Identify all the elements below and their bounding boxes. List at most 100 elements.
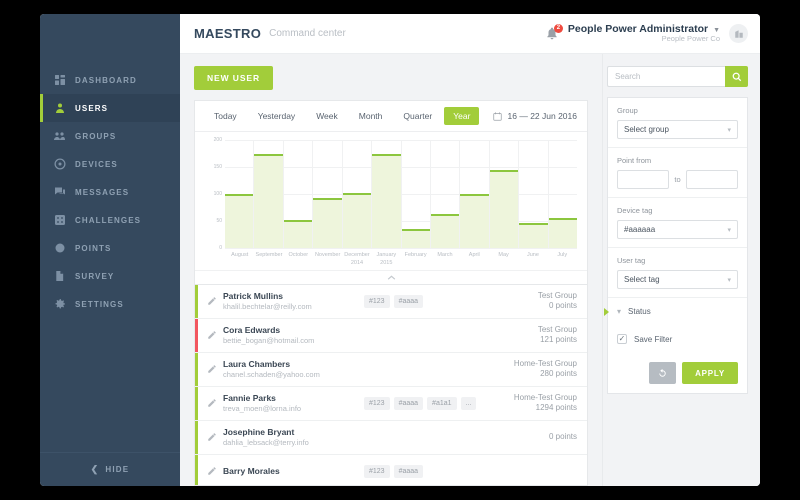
chart-x-tick-label: August bbox=[231, 252, 249, 258]
table-row[interactable]: Josephine Bryant dahlia_lebsack@terry.inf… bbox=[195, 420, 587, 455]
edit-user-button[interactable] bbox=[207, 364, 223, 374]
user-menu[interactable]: People Power Administrator ▼ People Powe… bbox=[568, 23, 720, 44]
table-row[interactable]: Laura Chambers chanel.schaden@yahoo.com Ho… bbox=[195, 352, 587, 387]
user-identity: Fannie Parks treva_moen@lorna.info bbox=[223, 393, 358, 413]
edit-user-button[interactable] bbox=[207, 466, 223, 476]
period-tabs: Today Yesterday Week Month Quarter Year 16 — 2… bbox=[195, 101, 587, 132]
chart-step-column bbox=[254, 140, 284, 248]
date-range-value: 16 — 22 Jun 2016 bbox=[507, 111, 577, 121]
chart-x-tick: March bbox=[430, 251, 459, 268]
sidebar-item-label: GROUPS bbox=[75, 131, 117, 141]
chart-y-tick: 0 bbox=[219, 245, 222, 251]
chart-step-value bbox=[460, 194, 489, 248]
point-from-input[interactable] bbox=[617, 170, 670, 189]
user-meta: 0 points bbox=[549, 432, 587, 442]
user-tag[interactable]: #123 bbox=[364, 464, 390, 478]
search-button[interactable] bbox=[725, 66, 748, 87]
chart-x-tick: November bbox=[313, 251, 342, 268]
notification-badge: 2 bbox=[553, 23, 563, 33]
content-area: NEW USER Today Yesterday Week Month Quarter Y… bbox=[180, 54, 760, 486]
reset-filter-button[interactable] bbox=[649, 362, 677, 384]
sidebar-item-groups[interactable]: GROUPS bbox=[40, 122, 180, 150]
user-points: 280 points bbox=[540, 369, 577, 378]
chart-x-axis: August September October November December 20… bbox=[225, 251, 577, 268]
chart-step-column bbox=[372, 140, 402, 248]
device-tag-select[interactable]: #aaaaaa ▾ bbox=[617, 220, 738, 239]
period-tab-year[interactable]: Year bbox=[444, 107, 480, 125]
table-row[interactable]: Barry Morales #123 #aaaa bbox=[195, 454, 587, 486]
chart-step-column bbox=[489, 140, 520, 248]
search-input[interactable] bbox=[607, 66, 725, 87]
filter-status-toggle[interactable]: ▾ Status bbox=[608, 298, 747, 325]
table-row[interactable]: Patrick Mullins khalil.bechtelar@reilly.c… bbox=[195, 284, 587, 319]
save-filter-checkbox[interactable]: ✓ bbox=[617, 334, 627, 344]
notifications-button[interactable]: 2 bbox=[545, 23, 563, 42]
company-switch-button[interactable] bbox=[729, 24, 748, 43]
chart-x-tick: September bbox=[254, 251, 283, 268]
group-select[interactable]: Select group ▾ bbox=[617, 120, 738, 139]
user-name: Fannie Parks bbox=[223, 393, 276, 403]
edit-user-button[interactable] bbox=[207, 296, 223, 306]
filter-device-tag: Device tag #aaaaaa ▾ bbox=[608, 198, 747, 248]
user-tags: #123 #aaaa #a1a1... bbox=[358, 396, 514, 410]
chart-x-tick: April bbox=[460, 251, 489, 268]
chart-step-column bbox=[401, 140, 431, 248]
chart-x-tick-sublabel: 2015 bbox=[380, 260, 393, 267]
sidebar-hide-label: HIDE bbox=[105, 465, 130, 474]
period-tab-quarter[interactable]: Quarter bbox=[394, 107, 441, 125]
chart-collapse-button[interactable] bbox=[195, 269, 587, 284]
table-row[interactable]: Fannie Parks treva_moen@lorna.info #123 #aa… bbox=[195, 386, 587, 421]
chart-x-tick-label: April bbox=[468, 252, 480, 258]
survey-icon bbox=[53, 270, 66, 283]
period-tab-today[interactable]: Today bbox=[205, 107, 246, 125]
users-column: NEW USER Today Yesterday Week Month Quarter Y… bbox=[180, 54, 602, 486]
point-range: to bbox=[617, 170, 739, 189]
period-tab-yesterday[interactable]: Yesterday bbox=[249, 107, 305, 125]
user-points: 0 points bbox=[548, 301, 577, 310]
chart-step-value bbox=[401, 229, 430, 248]
apply-filter-button[interactable]: APPLY bbox=[682, 362, 738, 384]
calendar-icon bbox=[492, 111, 502, 121]
devices-icon bbox=[53, 158, 66, 171]
chevron-up-icon bbox=[387, 274, 395, 280]
edit-user-button[interactable] bbox=[207, 330, 223, 340]
sidebar-item-dashboard[interactable]: DASHBOARD bbox=[40, 66, 180, 94]
user-tag-select[interactable]: Select tag ▾ bbox=[617, 270, 738, 289]
user-tag-value: Select tag bbox=[624, 275, 660, 284]
sidebar-item-settings[interactable]: SETTINGS bbox=[40, 290, 180, 318]
user-tag[interactable]: #a1a1 bbox=[427, 396, 457, 410]
user-identity: Barry Morales bbox=[223, 466, 358, 477]
period-tab-week[interactable]: Week bbox=[307, 107, 347, 125]
chart-step-column bbox=[225, 140, 255, 248]
user-group: Test Group bbox=[537, 290, 577, 300]
sidebar-item-devices[interactable]: DEVICES bbox=[40, 150, 180, 178]
chart-step-column bbox=[313, 140, 343, 248]
sidebar-hide-button[interactable]: ❮ HIDE bbox=[40, 452, 180, 486]
sidebar-nav: DASHBOARD USERS GROUPS DEVICES MESSAGES CHALL… bbox=[40, 14, 180, 318]
user-tag[interactable]: #aaaa bbox=[393, 294, 424, 308]
new-user-button[interactable]: NEW USER bbox=[194, 66, 274, 90]
user-tag[interactable]: ... bbox=[460, 396, 477, 410]
chart-step-column bbox=[548, 140, 578, 248]
user-tag[interactable]: #123 bbox=[364, 396, 390, 410]
chart-x-tick: August bbox=[225, 251, 254, 268]
chart-x-tick: February bbox=[401, 251, 430, 268]
save-filter-row[interactable]: ✓ Save Filter bbox=[608, 325, 747, 353]
sidebar-item-challenges[interactable]: CHALLENGES bbox=[40, 206, 180, 234]
sidebar-item-points[interactable]: POINTS bbox=[40, 234, 180, 262]
chart-container: 0 50 100 150 200 August September October Novem… bbox=[195, 132, 587, 270]
sidebar-item-survey[interactable]: SURVEY bbox=[40, 262, 180, 290]
chart-x-tick: May bbox=[489, 251, 518, 268]
sidebar-item-users[interactable]: USERS bbox=[40, 94, 180, 122]
user-tag[interactable]: #aaaa bbox=[393, 396, 424, 410]
table-row[interactable]: Cora Edwards bettie_bogan@hotmail.com Test… bbox=[195, 318, 587, 353]
edit-user-button[interactable] bbox=[207, 398, 223, 408]
period-tab-month[interactable]: Month bbox=[350, 107, 392, 125]
user-tag[interactable]: #aaaa bbox=[393, 464, 424, 478]
sidebar-item-messages[interactable]: MESSAGES bbox=[40, 178, 180, 206]
edit-user-button[interactable] bbox=[207, 432, 223, 442]
point-to-input[interactable] bbox=[685, 170, 739, 189]
date-range-picker[interactable]: 16 — 22 Jun 2016 bbox=[492, 111, 577, 121]
user-tag[interactable]: #123 bbox=[364, 294, 390, 308]
user-identity: Patrick Mullins khalil.bechtelar@reilly.c… bbox=[223, 291, 358, 311]
